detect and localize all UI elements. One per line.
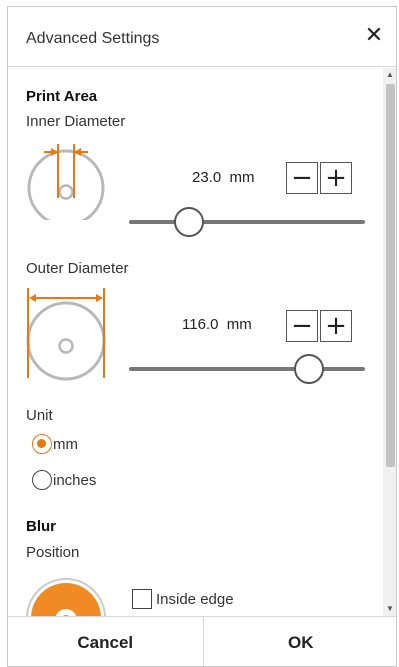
inside-edge-label: Inside edge: [156, 590, 234, 608]
inside-edge-checkbox[interactable]: Inside edge: [132, 589, 234, 609]
slider-track: [129, 220, 365, 224]
close-icon[interactable]: ✕: [360, 21, 388, 49]
scroll-down-arrow-icon[interactable]: ▼: [383, 602, 396, 616]
cancel-button[interactable]: Cancel: [8, 617, 203, 666]
slider-thumb[interactable]: [174, 207, 204, 237]
minus-icon: −: [291, 311, 313, 341]
dialog-title: Advanced Settings: [26, 30, 160, 47]
slider-thumb[interactable]: [294, 354, 324, 384]
outer-diameter-stepper: − +: [286, 310, 352, 342]
advanced-settings-dialog: Advanced Settings ✕ Print Area Inner Dia…: [7, 6, 397, 667]
scrollbar-thumb[interactable]: [386, 84, 395, 467]
unit-radio-mm[interactable]: mm: [32, 434, 78, 454]
blur-position-label: Position: [26, 544, 80, 561]
dialog-content: Print Area Inner Diameter 23.0 mm − + Ou…: [8, 68, 383, 616]
unit-radio-mm-label: mm: [53, 435, 78, 453]
inner-diameter-label: Inner Diameter: [26, 113, 126, 130]
outer-diameter-label: Outer Diameter: [26, 260, 129, 277]
blur-position-disc-icon: [26, 578, 106, 616]
vertical-scrollbar[interactable]: ▲ ▼: [383, 68, 396, 616]
outer-minus-button[interactable]: −: [286, 310, 318, 342]
radio-button[interactable]: [32, 470, 52, 490]
minus-icon: −: [291, 163, 313, 193]
ok-button[interactable]: OK: [202, 617, 396, 666]
slider-track: [129, 367, 365, 371]
outer-diameter-slider[interactable]: [129, 354, 365, 384]
unit-radio-inches[interactable]: inches: [32, 470, 96, 490]
checkbox-box[interactable]: [132, 589, 152, 609]
inner-diameter-value: 23.0 mm: [192, 169, 255, 186]
dialog-footer: Cancel OK: [8, 616, 396, 666]
inner-diameter-disc-icon: [27, 144, 105, 220]
radio-button[interactable]: [32, 434, 52, 454]
scroll-up-arrow-icon[interactable]: ▲: [383, 68, 396, 82]
print-area-heading: Print Area: [26, 88, 98, 105]
inner-diameter-stepper: − +: [286, 162, 352, 194]
outer-diameter-value: 116.0 mm: [182, 316, 252, 333]
dialog-titlebar: Advanced Settings ✕: [8, 7, 396, 67]
unit-label: Unit: [26, 407, 53, 424]
plus-icon: +: [325, 311, 347, 341]
inner-plus-button[interactable]: +: [320, 162, 352, 194]
outer-diameter-disc-icon: [26, 288, 106, 381]
outer-plus-button[interactable]: +: [320, 310, 352, 342]
inner-minus-button[interactable]: −: [286, 162, 318, 194]
plus-icon: +: [325, 163, 347, 193]
inner-diameter-slider[interactable]: [129, 207, 365, 237]
unit-radio-inches-label: inches: [53, 471, 97, 489]
blur-heading: Blur: [26, 518, 56, 535]
